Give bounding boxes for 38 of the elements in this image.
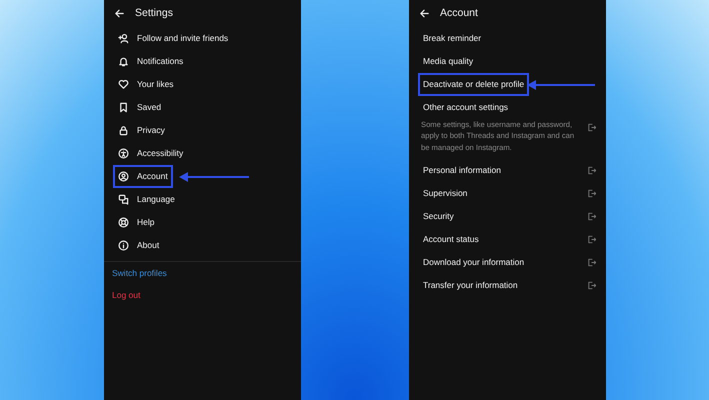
back-arrow-icon — [114, 8, 125, 19]
header-title: Settings — [135, 6, 173, 21]
menu-item[interactable]: Break reminder — [418, 27, 486, 50]
header-title: Account — [440, 6, 478, 21]
bell-icon — [118, 56, 129, 67]
menu-link[interactable]: Switch profiles — [112, 266, 167, 280]
menu-item[interactable]: Account — [113, 165, 173, 188]
menu-item[interactable]: Deactivate or delete profile — [418, 73, 530, 96]
pointer-arrow-icon — [179, 172, 249, 182]
menu-item[interactable]: About — [113, 234, 164, 257]
pointer-arrow-icon — [527, 80, 595, 90]
menu-item[interactable]: Privacy — [113, 119, 170, 142]
user-circle-icon — [118, 171, 129, 182]
menu-item[interactable]: Personal information — [418, 159, 506, 182]
menu-item[interactable]: Follow and invite friends — [113, 27, 234, 50]
menu-item[interactable]: Download your information — [418, 251, 530, 274]
menu-item[interactable]: Language — [113, 188, 180, 211]
menu-item[interactable]: Saved — [113, 96, 166, 119]
menu-item[interactable]: Your likes — [113, 73, 179, 96]
menu-item[interactable]: Notifications — [113, 50, 188, 73]
menu-item[interactable]: Media quality — [418, 50, 478, 73]
accessibility-icon — [118, 148, 129, 159]
translate-icon — [118, 194, 129, 205]
menu-item[interactable]: Security — [418, 205, 459, 228]
back-arrow-icon — [419, 8, 430, 19]
menu-item[interactable]: Other account settings — [418, 99, 587, 119]
lifebuoy-icon — [118, 217, 129, 228]
menu-item[interactable]: Help — [113, 211, 160, 234]
menu-item[interactable]: Accessibility — [113, 142, 188, 165]
menu-item[interactable]: Account status — [418, 228, 484, 252]
menu-item[interactable]: Transfer your information — [418, 274, 523, 298]
person-plus-icon — [118, 33, 129, 44]
menu-item[interactable]: Supervision — [418, 182, 472, 206]
menu-link[interactable]: Log out — [112, 288, 140, 302]
heart-icon — [118, 79, 129, 90]
info-icon — [118, 240, 129, 251]
bookmark-icon — [118, 102, 129, 113]
lock-icon — [118, 125, 129, 136]
